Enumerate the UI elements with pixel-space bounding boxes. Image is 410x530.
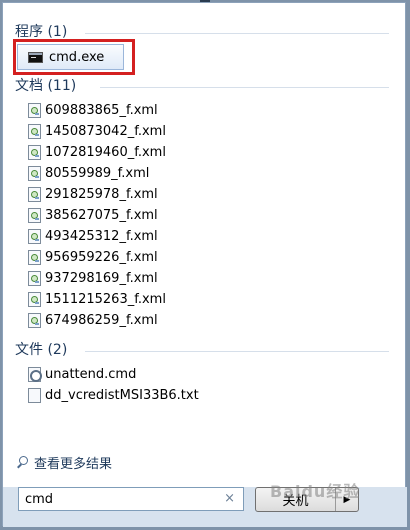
section-divider: [100, 87, 389, 88]
xml-file-icon: [28, 312, 41, 328]
document-label: 1072819460_f.xml: [45, 144, 166, 160]
file-label: dd_vcredistMSI33B6.txt: [45, 387, 199, 403]
document-label: 609883865_f.xml: [45, 102, 158, 118]
document-label: 493425312_f.xml: [45, 228, 158, 244]
search-input[interactable]: [25, 491, 215, 507]
file-item[interactable]: unattend.cmd: [28, 364, 136, 384]
section-divider: [85, 351, 389, 352]
xml-file-icon: [28, 123, 41, 139]
section-title-programs: 程序 (1): [15, 24, 68, 40]
document-label: 80559989_f.xml: [45, 165, 150, 181]
document-label: 937298169_f.xml: [45, 270, 158, 286]
see-more-results-label: 查看更多结果: [34, 456, 113, 472]
document-label: 1511215263_f.xml: [45, 291, 166, 307]
clear-search-icon[interactable]: ×: [224, 491, 235, 506]
xml-file-icon: [28, 291, 41, 307]
section-header-files: 文件 (2): [15, 340, 395, 360]
search-box[interactable]: ×: [18, 487, 244, 511]
document-item[interactable]: 609883865_f.xml: [28, 100, 158, 120]
search-icon: [16, 456, 28, 468]
file-label: unattend.cmd: [45, 366, 137, 382]
document-item[interactable]: 956959226_f.xml: [28, 247, 158, 267]
text-file-icon: [28, 387, 41, 403]
document-label: 956959226_f.xml: [45, 249, 158, 265]
section-header-documents: 文档 (11): [15, 76, 395, 96]
document-label: 1450873042_f.xml: [45, 123, 166, 139]
document-item[interactable]: 493425312_f.xml: [28, 226, 158, 246]
document-item[interactable]: 1072819460_f.xml: [28, 142, 166, 162]
document-label: 291825978_f.xml: [45, 186, 158, 202]
xml-file-icon: [28, 228, 41, 244]
section-title-documents: 文档 (11): [15, 78, 77, 94]
red-highlight-annotation: [13, 39, 135, 75]
document-item[interactable]: 80559989_f.xml: [28, 163, 149, 183]
watermark-logo: Baidu经验: [270, 482, 361, 501]
cmd-script-icon: [28, 366, 42, 382]
xml-file-icon: [28, 186, 41, 202]
document-item[interactable]: 291825978_f.xml: [28, 184, 158, 204]
document-label: 674986259_f.xml: [45, 312, 158, 328]
xml-file-icon: [28, 249, 41, 265]
document-item[interactable]: 674986259_f.xml: [28, 310, 158, 330]
document-label: 385627075_f.xml: [45, 207, 158, 223]
document-item[interactable]: 385627075_f.xml: [28, 205, 158, 225]
xml-file-icon: [28, 144, 41, 160]
xml-file-icon: [28, 165, 41, 181]
file-item[interactable]: dd_vcredistMSI33B6.txt: [28, 385, 199, 405]
document-item[interactable]: 1450873042_f.xml: [28, 121, 166, 141]
xml-file-icon: [28, 102, 41, 118]
document-item[interactable]: 937298169_f.xml: [28, 268, 158, 288]
see-more-results-link[interactable]: 查看更多结果: [16, 452, 112, 472]
section-divider: [85, 33, 389, 34]
section-title-files: 文件 (2): [15, 342, 68, 358]
document-item[interactable]: 1511215263_f.xml: [28, 289, 166, 309]
xml-file-icon: [28, 270, 41, 286]
xml-file-icon: [28, 207, 41, 223]
